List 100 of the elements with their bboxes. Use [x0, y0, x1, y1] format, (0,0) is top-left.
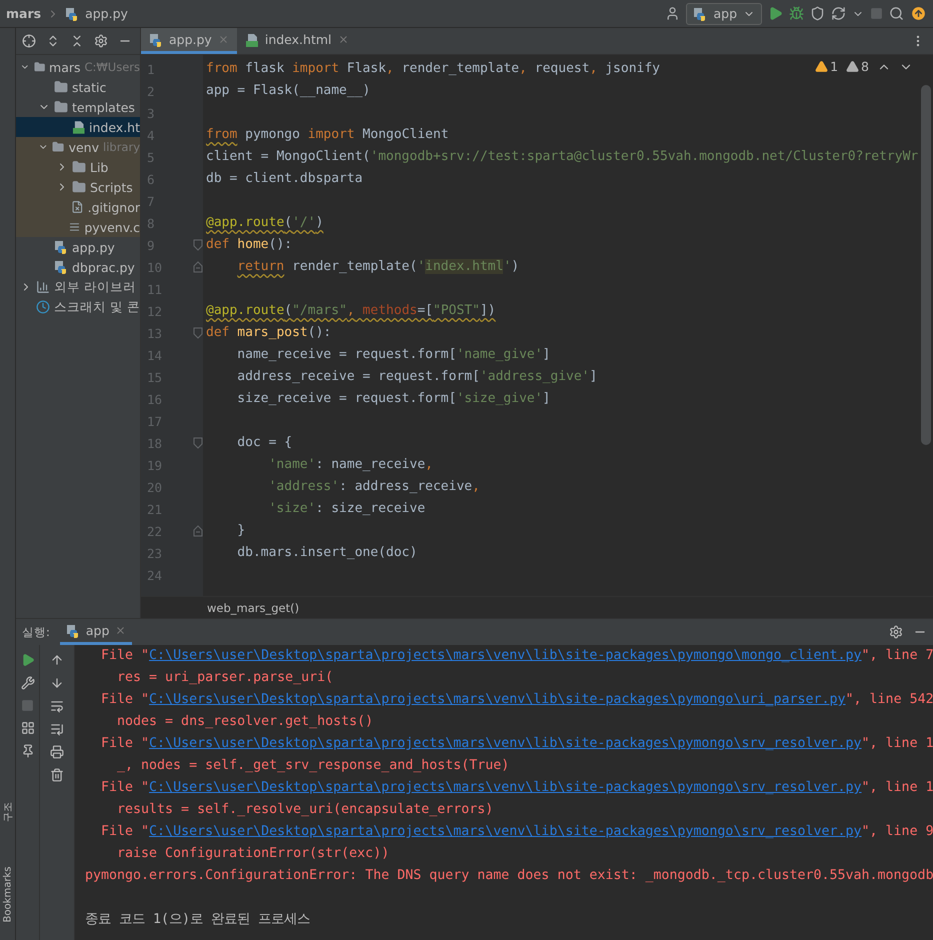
keyword: def: [206, 237, 230, 252]
fold-marker-icon[interactable]: [193, 525, 203, 537]
run-icon[interactable]: [768, 6, 783, 21]
tree-item[interactable]: 외부 라이브러: [16, 277, 140, 297]
structure-label[interactable]: 구조: [0, 802, 14, 822]
python-file-icon: [66, 624, 80, 638]
fold-marker-icon[interactable]: [193, 327, 203, 339]
punctuation: ,: [425, 457, 433, 472]
tree-item-label: venv: [68, 140, 99, 154]
code-text: db.mars.insert_one(doc): [237, 545, 418, 560]
tree-item[interactable]: pyvenv.c: [16, 217, 140, 237]
tree-item[interactable]: dbprac.py: [16, 257, 140, 277]
run-config-dropdown[interactable]: app: [686, 2, 762, 24]
trash-icon[interactable]: [50, 768, 64, 782]
tree-item-label: 스크래치 및 콘: [54, 298, 140, 316]
wrench-icon[interactable]: [20, 676, 34, 690]
file-link[interactable]: C:\Users\user\Desktop\sparta\projects\mars\venv\lib\site-packages\pymongo\mongo_client.py: [149, 648, 862, 663]
code-text: request: [534, 61, 590, 76]
folder-icon: [34, 60, 46, 74]
user-icon[interactable]: [665, 6, 680, 21]
path-hint: library: [103, 140, 140, 154]
code-breadcrumb[interactable]: web_mars_get(): [207, 600, 300, 614]
console-line: nodes = dns_resolver.get_hosts(): [116, 713, 374, 731]
string-literal: ': [503, 259, 512, 274]
traceback-text: ", line 542: [846, 692, 933, 707]
folder-icon: [54, 80, 68, 94]
down-arrow-icon[interactable]: [50, 676, 64, 690]
file-link[interactable]: C:\Users\user\Desktop\sparta\projects\mars\venv\lib\site-packages\pymongo\srv_resolver.py: [149, 780, 862, 795]
tree-item-label: Scripts: [90, 180, 133, 194]
punctuation: ,: [519, 61, 527, 76]
tree-item[interactable]: index.ht: [16, 117, 140, 137]
code-text: pymongo: [244, 127, 301, 142]
tree-item[interactable]: mars C:₩Users: [16, 57, 140, 77]
tree-item-label: index.ht: [89, 120, 140, 134]
fold-marker-icon[interactable]: [193, 239, 203, 251]
soft-wrap-icon[interactable]: [50, 699, 64, 713]
code-text: jsonify: [604, 61, 660, 76]
file-link[interactable]: C:\Users\user\Desktop\sparta\projects\mars\venv\lib\site-packages\pymongo\srv_resolver.py: [149, 824, 862, 839]
tree-item[interactable]: Scripts: [16, 177, 140, 197]
editor-tab[interactable]: app.py: [141, 28, 237, 54]
tree-item-label: pyvenv.c: [84, 220, 140, 234]
file-link[interactable]: C:\Users\user\Desktop\sparta\projects\mars\venv\lib\site-packages\pymongo\uri_parser.py: [149, 692, 846, 707]
tree-item[interactable]: templates: [16, 97, 140, 117]
search-icon[interactable]: [889, 6, 904, 21]
console-line: _, nodes = self._get_srv_response_and_hosts(True): [116, 757, 510, 775]
tree-item[interactable]: app.py: [16, 237, 140, 257]
keyword: from: [206, 61, 238, 76]
fold-marker-icon[interactable]: [193, 437, 203, 449]
string-literal: 'name': [268, 457, 316, 472]
code-text: : size_receive: [316, 501, 426, 516]
code-text: MongoClient: [362, 127, 449, 142]
editor-tab[interactable]: index.html: [236, 28, 356, 54]
bookmarks-label[interactable]: Bookmarks: [2, 866, 13, 922]
tree-item-label: mars: [49, 60, 81, 74]
fold-marker-icon[interactable]: [193, 261, 203, 273]
scrollbar-thumb[interactable]: [921, 85, 931, 445]
tree-item[interactable]: static: [16, 77, 140, 97]
tree-item[interactable]: venv library: [16, 137, 140, 157]
settings-icon[interactable]: [889, 625, 903, 639]
code-text: ():: [308, 325, 332, 340]
tree-item[interactable]: 스크래치 및 콘: [16, 297, 140, 317]
run-label: 실행:: [22, 624, 50, 640]
locate-icon[interactable]: [22, 34, 36, 48]
keyword: return: [237, 259, 284, 274]
tree-item-label: .gitignor: [88, 200, 140, 214]
console-line: results = self._resolve_uri(encapsulate_errors): [116, 801, 494, 819]
scroll-to-end-icon[interactable]: [50, 722, 64, 736]
warning-count[interactable]: 8: [846, 59, 869, 74]
tree-item[interactable]: .gitignor: [16, 197, 140, 217]
rerun-icon[interactable]: [20, 653, 34, 667]
tree-item[interactable]: Lib: [16, 157, 140, 177]
keyword: from: [206, 127, 238, 142]
code-text: ]): [480, 303, 496, 318]
pin-icon[interactable]: [20, 744, 34, 758]
up-arrow-icon[interactable]: [50, 653, 64, 667]
decorator: @app.route: [206, 303, 284, 318]
warning-count[interactable]: 1: [815, 59, 838, 74]
code-text: ): [511, 259, 520, 274]
tree-item-label: static: [72, 80, 106, 94]
code-text: app = Flask(__name__): [206, 83, 370, 98]
file-name[interactable]: app.py: [85, 6, 128, 21]
print-icon[interactable]: [50, 745, 64, 759]
tree-item-label: dbprac.py: [72, 260, 135, 274]
string-literal: index.html: [425, 259, 504, 274]
function-name: home: [236, 237, 269, 252]
punctuation: ,: [590, 61, 598, 76]
code-text: render_template: [400, 61, 520, 76]
debug-icon[interactable]: [789, 6, 804, 21]
code-text: render_template(: [291, 259, 418, 274]
file-link[interactable]: C:\Users\user\Desktop\sparta\projects\mars\venv\lib\site-packages\pymongo\srv_resolver.py: [149, 736, 862, 751]
layout-icon[interactable]: [20, 721, 34, 735]
console-line: pymongo.errors.ConfigurationError: The DNS query name does not exist: _mongodb._tcp.cluster0.55vah.mongodb: [85, 867, 933, 885]
settings-icon[interactable]: [94, 34, 108, 48]
string-literal: 'size': [268, 501, 316, 516]
update-icon[interactable]: [910, 5, 927, 22]
function-name: mars_post: [236, 325, 308, 340]
string-literal: ': [417, 259, 426, 274]
project-name[interactable]: mars: [6, 6, 42, 21]
python-file-icon: [54, 260, 68, 274]
string-literal: 'size_give': [456, 391, 543, 406]
